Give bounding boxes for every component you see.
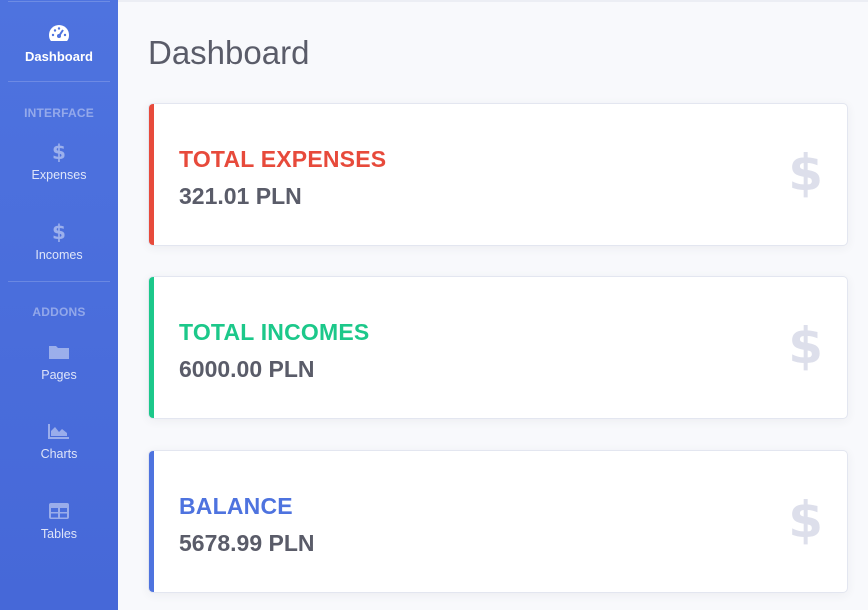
sidebar-item-label: Expenses xyxy=(31,168,87,182)
sidebar-item-label: Tables xyxy=(40,527,78,541)
sidebar-heading-interface: INTERFACE xyxy=(24,106,94,120)
sidebar-divider xyxy=(8,81,110,82)
card-label: TOTAL EXPENSES xyxy=(179,146,387,172)
sidebar-item-dashboard[interactable]: Dashboard xyxy=(0,23,118,64)
sidebar-item-label: Incomes xyxy=(35,248,83,262)
balance-card: BALANCE 5678.99 PLN $ xyxy=(148,450,848,593)
dollar-icon: $ xyxy=(788,491,823,549)
dollar-icon: $ xyxy=(788,317,823,375)
dollar-icon: $ xyxy=(52,142,66,162)
sidebar-divider xyxy=(8,281,110,282)
card-accent-bar xyxy=(149,451,154,592)
sidebar-item-label: Dashboard xyxy=(25,49,93,64)
dollar-icon: $ xyxy=(52,222,66,242)
sidebar: Dashboard INTERFACE $ Expenses $ Incomes… xyxy=(0,0,118,610)
total-expenses-card: TOTAL EXPENSES 321.01 PLN $ xyxy=(148,103,848,246)
area-chart-icon xyxy=(48,424,69,439)
sidebar-item-label: Charts xyxy=(40,447,78,461)
card-label: BALANCE xyxy=(179,493,293,519)
tachometer-icon xyxy=(49,25,69,41)
card-value: 5678.99 PLN xyxy=(179,530,315,556)
sidebar-item-incomes[interactable]: $ Incomes xyxy=(0,222,118,262)
total-incomes-card: TOTAL INCOMES 6000.00 PLN $ xyxy=(148,276,848,419)
card-label: TOTAL INCOMES xyxy=(179,319,370,345)
svg-text:$: $ xyxy=(52,222,66,242)
sidebar-item-label: Pages xyxy=(41,368,77,382)
sidebar-heading-addons: ADDONS xyxy=(32,305,86,319)
card-value: 321.01 PLN xyxy=(179,183,302,209)
card-value: 6000.00 PLN xyxy=(179,356,315,382)
sidebar-item-pages[interactable]: Pages xyxy=(0,342,118,382)
topbar-edge xyxy=(118,0,868,2)
sidebar-item-expenses[interactable]: $ Expenses xyxy=(0,142,118,182)
card-accent-bar xyxy=(149,104,154,245)
page-title: Dashboard xyxy=(148,34,310,71)
folder-icon xyxy=(49,346,69,359)
sidebar-item-tables[interactable]: Tables xyxy=(0,501,118,541)
card-accent-bar xyxy=(149,277,154,418)
table-icon xyxy=(49,503,69,519)
dollar-icon: $ xyxy=(788,144,823,202)
sidebar-divider xyxy=(8,1,110,2)
svg-text:$: $ xyxy=(52,142,66,162)
sidebar-item-charts[interactable]: Charts xyxy=(0,421,118,461)
